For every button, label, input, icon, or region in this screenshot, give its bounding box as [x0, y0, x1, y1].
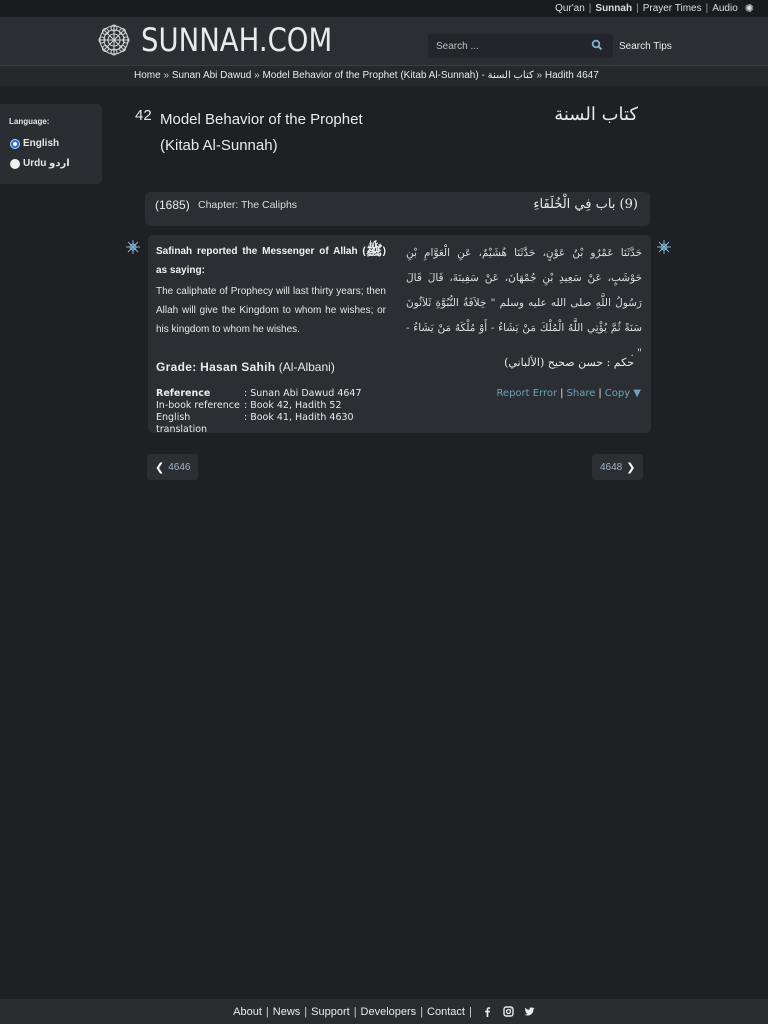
breadcrumb-separator: »	[251, 70, 263, 81]
breadcrumb-collection[interactable]: Sunan Abi Dawud	[172, 70, 252, 81]
narrator-text: Safinah reported the Messenger of Allah …	[156, 246, 366, 257]
reference-key: In-book reference	[156, 400, 240, 411]
hadith-grade-arabic: حكم : حسن صحيح (الألباني)	[504, 356, 634, 369]
urdu-radio[interactable]	[10, 158, 20, 169]
chevron-left-icon: ❮	[155, 461, 165, 474]
hadith-actions: Report Error | Share | Copy ▼	[496, 388, 641, 399]
grade-source: (Al-Albani)	[278, 360, 335, 374]
hadith-english-text: The caliphate of Prophecy will last thir…	[156, 286, 386, 335]
grade-label: Grade	[156, 360, 193, 374]
english-radio[interactable]	[10, 138, 20, 149]
separator: |	[588, 3, 592, 14]
footer-separator: |	[420, 1005, 424, 1018]
hadith-references: Reference : Sunan Abi Dawud 4647 In-book…	[156, 388, 362, 436]
language-option-urdu[interactable]: Urdu اردو	[10, 158, 70, 169]
breadcrumb-separator: »	[160, 70, 172, 81]
footer-contact-link[interactable]: Contact	[427, 1006, 465, 1018]
next-hadith-button[interactable]: 4648 ❯	[592, 454, 644, 480]
report-error-link[interactable]: Report Error	[496, 388, 557, 399]
next-hadith-label: 4648	[600, 461, 623, 473]
search-tips-link[interactable]: Search Tips	[619, 41, 672, 52]
english-label[interactable]: English	[23, 138, 59, 149]
footer-separator: |	[353, 1005, 357, 1018]
urdu-label[interactable]: Urdu اردو	[23, 158, 70, 169]
reference-key: Reference	[156, 388, 211, 399]
footer-support-link[interactable]: Support	[311, 1006, 350, 1018]
hadith-grade: Grade: Hasan Sahih (Al-Albani)	[156, 360, 335, 374]
hadith-narrator: Safinah reported the Messenger of Allah …	[156, 242, 386, 280]
footer-about-link[interactable]: About	[233, 1006, 262, 1018]
hadith-star-icon[interactable]	[657, 240, 671, 254]
breadcrumb-home[interactable]: Home	[134, 70, 161, 81]
reference-value: : Book 42, Hadith 52	[244, 400, 342, 411]
hadith-card: Safinah reported the Messenger of Allah …	[148, 235, 651, 436]
prayer-times-link[interactable]: Prayer Times	[643, 3, 702, 14]
reference-row: Reference : Sunan Abi Dawud 4647	[156, 388, 362, 400]
action-separator: |	[598, 388, 602, 399]
audio-link[interactable]: Audio	[712, 3, 738, 14]
instagram-icon[interactable]	[503, 1006, 514, 1017]
site-logo-text[interactable]: SUNNAH.COM	[141, 21, 332, 59]
share-link[interactable]: Share	[567, 388, 596, 399]
search-box	[428, 34, 613, 58]
chapter-number: (1685)	[155, 198, 190, 212]
breadcrumb-separator: »	[533, 70, 545, 81]
breadcrumb: Home » Sunan Abi Dawud » Model Behavior …	[134, 70, 599, 81]
breadcrumb-book[interactable]: Model Behavior of the Prophet (Kitab Al-…	[262, 70, 533, 81]
reference-value: : Sunan Abi Dawud 4647	[244, 388, 362, 399]
quran-link[interactable]: Qur'an	[555, 3, 585, 14]
chapter-title-arabic: (9) باب فِي الْخُلَفَاءِ	[533, 197, 638, 212]
reference-row: English translation : Book 41, Hadith 46…	[156, 412, 362, 436]
footer-developers-link[interactable]: Developers	[361, 1006, 417, 1018]
action-separator: |	[560, 388, 564, 399]
book-title: Model Behavior of the Prophet (Kitab Al-…	[160, 111, 363, 154]
chapter-header: (1685) Chapter: The Caliphs (9) باب فِي …	[145, 192, 650, 226]
footer-separator: |	[265, 1005, 269, 1018]
reference-value: : Book 41, Hadith 4630	[244, 412, 354, 423]
footer-news-link[interactable]: News	[273, 1006, 301, 1018]
footer-separator: |	[304, 1005, 308, 1018]
settings-icon[interactable]: ✺	[745, 2, 754, 15]
book-number: 42	[135, 107, 152, 124]
separator: |	[636, 3, 639, 14]
chevron-right-icon: ❯	[626, 461, 636, 474]
facebook-icon[interactable]	[482, 1006, 493, 1017]
language-option-english[interactable]: English	[10, 138, 59, 149]
breadcrumb-bar: Home » Sunan Abi Dawud » Model Behavior …	[0, 65, 768, 86]
language-panel: Language: English Urdu اردو	[0, 104, 102, 184]
grade-value: : Hasan Sahih	[192, 360, 276, 374]
search-input[interactable]	[436, 40, 586, 52]
hadith-star-icon[interactable]	[126, 240, 140, 254]
top-nav-bar: Qur'an | Sunnah | Prayer Times | Audio ✺	[0, 0, 768, 17]
copy-link[interactable]: Copy ▼	[605, 388, 641, 399]
prev-hadith-button[interactable]: ❮ 4646	[147, 454, 199, 480]
hadith-arabic-text: حَدَّثَنَا عَمْرُو بْنُ عَوْنٍ، حَدَّثَن…	[406, 247, 642, 359]
site-footer: About | News | Support | Developers | Co…	[0, 999, 768, 1024]
book-title-arabic: كتاب السنة	[554, 104, 638, 125]
footer-separator: |	[468, 1005, 472, 1018]
separator: |	[705, 3, 709, 14]
reference-key: English translation	[156, 412, 208, 435]
language-title: Language:	[9, 117, 50, 126]
logo-icon[interactable]	[98, 22, 130, 58]
sunnah-link[interactable]: Sunnah	[595, 3, 632, 14]
twitter-icon[interactable]	[524, 1006, 535, 1017]
chapter-title: Chapter: The Caliphs	[198, 199, 298, 211]
reference-row: In-book reference : Book 42, Hadith 52	[156, 400, 362, 412]
prev-hadith-label: 4646	[168, 461, 191, 473]
breadcrumb-hadith: Hadith 4647	[544, 70, 599, 81]
pbuh-glyph: ﷺ	[365, 243, 383, 260]
search-icon[interactable]	[591, 39, 603, 51]
